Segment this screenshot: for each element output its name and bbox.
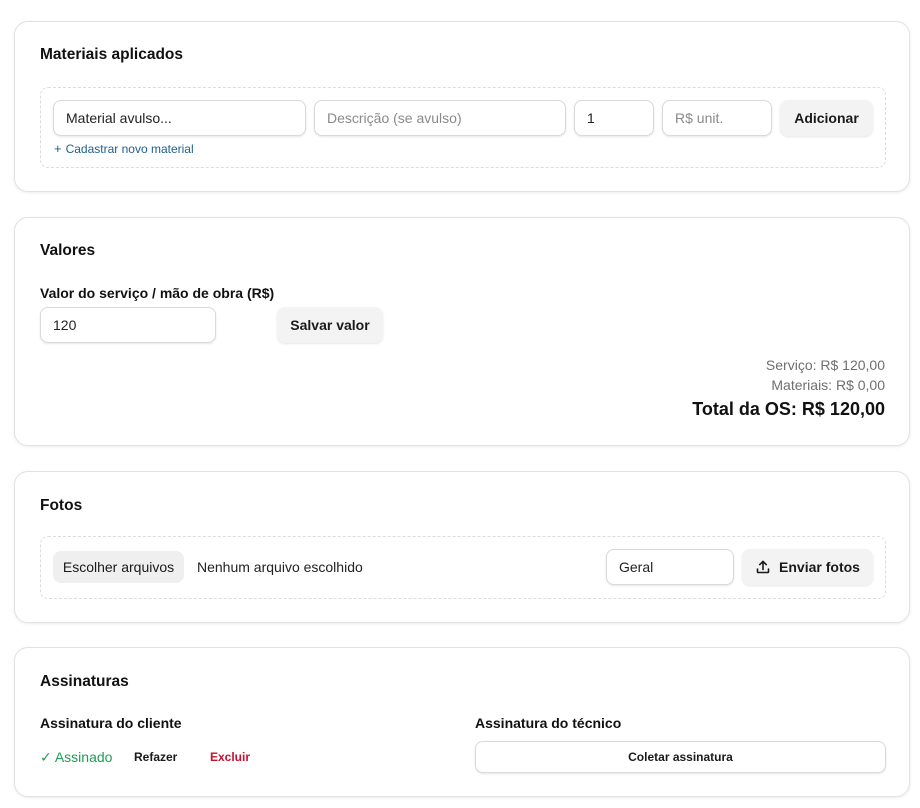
- photo-category-select[interactable]: Geral: [606, 549, 734, 585]
- quantity-input[interactable]: 1: [574, 100, 654, 136]
- redo-signature-button[interactable]: Refazer: [134, 750, 177, 764]
- send-photos-label: Enviar fotos: [779, 559, 860, 575]
- signatures-title: Assinaturas: [40, 673, 129, 690]
- client-signed-status: ✓ Assinado: [40, 749, 113, 765]
- plus-icon: +: [54, 141, 62, 156]
- technician-signature-label: Assinatura do técnico: [475, 715, 622, 731]
- summary-materials: Materiais: R$ 0,00: [771, 377, 885, 393]
- summary-service: Serviço: R$ 120,00: [765, 357, 885, 373]
- photos-card: Fotos Escolher arquivos Nenhum arquivo e…: [14, 471, 910, 623]
- client-signature-label: Assinatura do cliente: [40, 715, 182, 731]
- new-material-label: Cadastrar novo material: [65, 142, 194, 156]
- signatures-card: Assinaturas Assinatura do cliente ✓ Assi…: [14, 647, 910, 797]
- unit-price-input[interactable]: R$ unit.: [662, 100, 772, 136]
- photos-title: Fotos: [40, 497, 83, 514]
- new-material-link[interactable]: + Cadastrar novo material: [54, 141, 194, 156]
- choose-files-button[interactable]: Escolher arquivos: [53, 551, 184, 583]
- save-value-button[interactable]: Salvar valor: [277, 307, 383, 343]
- service-value-label: Valor do serviço / mão de obra (R$): [40, 285, 275, 301]
- materials-card: Materiais aplicados Material avulso... D…: [14, 21, 910, 192]
- description-input[interactable]: Descrição (se avulso): [314, 100, 566, 136]
- add-material-button[interactable]: Adicionar: [780, 100, 873, 136]
- service-value-input[interactable]: 120: [40, 307, 216, 343]
- material-select[interactable]: Material avulso...: [53, 100, 306, 136]
- collect-signature-button[interactable]: Coletar assinatura: [475, 741, 886, 773]
- order-total: Total da OS: R$ 120,00: [692, 399, 885, 419]
- upload-icon: [755, 559, 771, 575]
- values-card: Valores Valor do serviço / mão de obra (…: [14, 217, 910, 446]
- add-material-form: Material avulso... Descrição (se avulso)…: [40, 87, 886, 168]
- materials-title: Materiais aplicados: [40, 46, 184, 63]
- no-file-chosen-text: Nenhum arquivo escolhido: [197, 559, 363, 575]
- send-photos-button[interactable]: Enviar fotos: [742, 549, 873, 585]
- delete-signature-button[interactable]: Excluir: [210, 750, 250, 764]
- photo-upload-form: Escolher arquivos Nenhum arquivo escolhi…: [40, 536, 886, 599]
- values-title: Valores: [40, 242, 96, 259]
